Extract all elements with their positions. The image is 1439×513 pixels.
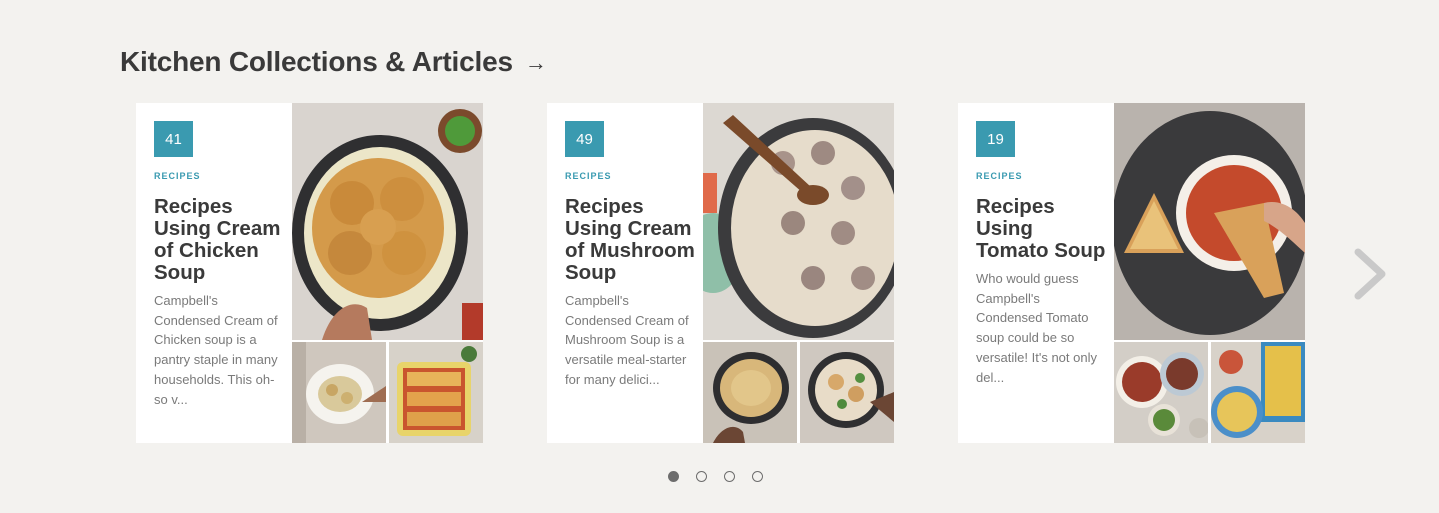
ravioli-plate-photo[interactable] [292, 342, 386, 443]
card-title[interactable]: Recipes Using Cream of Mushroom Soup [565, 196, 697, 284]
collection-card-cream-of-mushroom[interactable]: 49 RECIPES Recipes Using Cream of Mushro… [547, 103, 894, 443]
card-kicker: RECIPES [154, 171, 201, 181]
card-description: Campbell's Condensed Cream of Chicken so… [154, 293, 278, 407]
card-text-panel: 41 RECIPES Recipes Using Cream of Chicke… [136, 103, 292, 443]
carousel-dot-3[interactable] [724, 471, 735, 482]
card-text-panel: 49 RECIPES Recipes Using Cream of Mushro… [547, 103, 703, 443]
recipe-count-badge: 49 [565, 121, 604, 157]
pot-pie-skillet-photo[interactable] [292, 103, 483, 340]
stuffed-peppers-photo[interactable] [1114, 342, 1208, 443]
potato-skillet-photo[interactable] [703, 342, 797, 443]
card-description: Who would guess Campbell's Condensed Tom… [976, 271, 1097, 385]
recipe-count-badge: 19 [976, 121, 1015, 157]
card-kicker: RECIPES [976, 171, 1023, 181]
card-title[interactable]: Recipes Using Tomato Soup [976, 196, 1108, 262]
chevron-right-icon[interactable] [1350, 248, 1388, 300]
collection-card-cream-of-chicken[interactable]: 41 RECIPES Recipes Using Cream of Chicke… [136, 103, 483, 443]
arrow-right-icon: → [524, 50, 547, 75]
card-text-panel: 19 RECIPES Recipes Using Tomato Soup Who… [958, 103, 1114, 443]
carousel-dot-4[interactable] [752, 471, 763, 482]
meatballs-skillet-photo[interactable] [703, 103, 894, 340]
card-description: Campbell's Condensed Cream of Mushroom S… [565, 293, 689, 387]
carousel-dot-2[interactable] [696, 471, 707, 482]
tomato-casserole-photo[interactable] [1211, 342, 1305, 443]
card-title[interactable]: Recipes Using Cream of Chicken Soup [154, 196, 286, 284]
collection-card-tomato-soup[interactable]: 19 RECIPES Recipes Using Tomato Soup Who… [958, 103, 1305, 443]
enchilada-casserole-photo[interactable] [389, 342, 483, 443]
card-kicker: RECIPES [565, 171, 612, 181]
section-title-link[interactable]: Kitchen Collections & Articles → [120, 46, 547, 78]
recipe-count-badge: 41 [154, 121, 193, 157]
tomato-soup-grilled-cheese-photo[interactable] [1114, 103, 1305, 340]
carousel-pagination [668, 471, 763, 482]
section-title: Kitchen Collections & Articles [120, 46, 513, 77]
carousel-dot-1[interactable] [668, 471, 679, 482]
chicken-spinach-skillet-photo[interactable] [800, 342, 894, 443]
